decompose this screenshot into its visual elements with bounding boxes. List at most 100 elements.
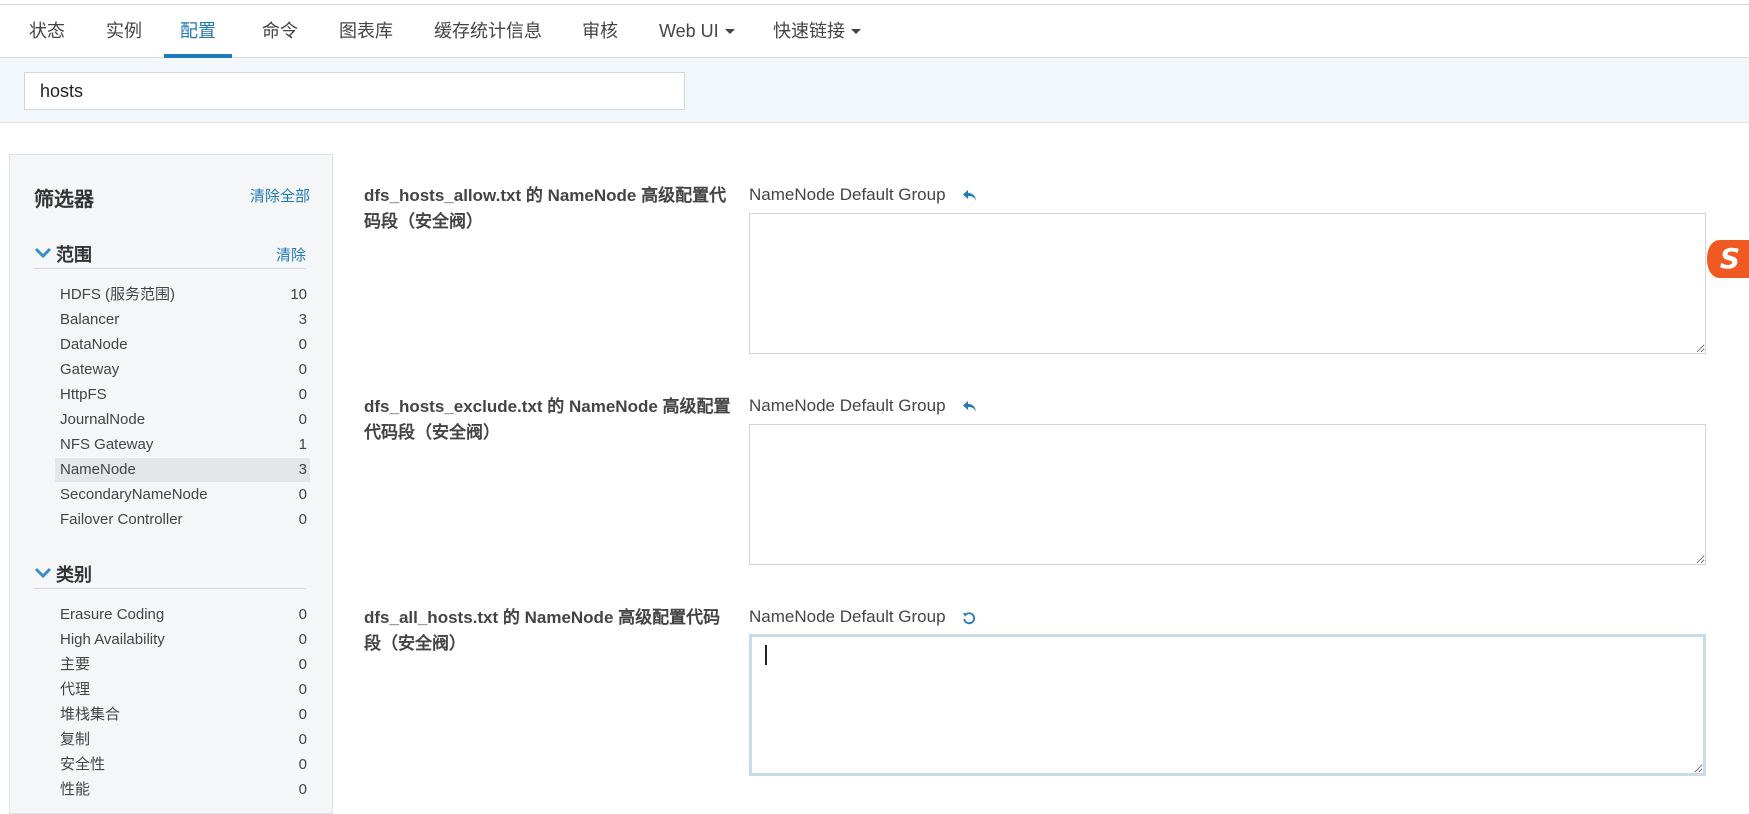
tab-instances[interactable]: 实例 xyxy=(98,5,150,57)
category-item-count: 0 xyxy=(298,756,307,773)
config-group-text: NameNode Default Group xyxy=(749,185,946,204)
scope-item-count: 0 xyxy=(298,386,307,403)
scope-item[interactable]: Balancer 3 xyxy=(55,308,310,332)
scope-item[interactable]: HttpFS 0 xyxy=(55,383,310,407)
config-group-label: NameNode Default Group xyxy=(749,396,978,416)
category-section-title: 类别 xyxy=(56,565,92,585)
scope-section-title: 范围 xyxy=(56,245,92,265)
config-value-textarea[interactable] xyxy=(749,634,1706,776)
category-item[interactable]: 主要 0 xyxy=(55,653,310,677)
scope-item-count: 0 xyxy=(298,511,307,528)
tab-quick-links[interactable]: 快速链接 xyxy=(765,5,869,57)
category-item-count: 0 xyxy=(298,781,307,798)
scope-item-label: Gateway xyxy=(60,361,120,378)
config-group-label: NameNode Default Group xyxy=(749,185,978,205)
scope-item-count: 3 xyxy=(298,461,307,478)
scope-item-label: JournalNode xyxy=(60,411,146,428)
category-item-count: 0 xyxy=(298,706,307,723)
category-item-label: Erasure Coding xyxy=(60,606,165,623)
config-group-text: NameNode Default Group xyxy=(749,607,946,626)
scope-item[interactable]: HDFS (服务范围) 10 xyxy=(55,283,310,307)
category-item[interactable]: High Availability 0 xyxy=(55,628,310,652)
tab-configuration-label: 配置 xyxy=(180,21,216,41)
reset-circular-icon[interactable] xyxy=(962,611,976,625)
category-item[interactable]: Erasure Coding 0 xyxy=(55,603,310,627)
config-property-name: dfs_hosts_allow.txt 的 NameNode 高级配置代码段（安… xyxy=(364,186,727,231)
scope-item-label: HDFS (服务范围) xyxy=(60,286,175,303)
undo-arrow-icon[interactable] xyxy=(962,400,978,414)
config-property-name: dfs_all_hosts.txt 的 NameNode 高级配置代码段（安全阀… xyxy=(364,608,721,653)
category-section-header[interactable]: 类别 xyxy=(34,558,306,589)
scope-item-count: 0 xyxy=(298,411,307,428)
tab-audit-label: 审核 xyxy=(582,21,618,41)
scope-item[interactable]: Gateway 0 xyxy=(55,358,310,382)
category-item[interactable]: 堆栈集合 0 xyxy=(55,703,310,727)
sogou-ime-icon[interactable]: S xyxy=(1706,237,1749,281)
tab-commands-label: 命令 xyxy=(262,21,298,41)
scope-item[interactable]: DataNode 0 xyxy=(55,333,310,357)
tab-quick-links-label: 快速链接 xyxy=(773,21,845,41)
chevron-down-icon xyxy=(34,567,52,579)
category-item-count: 0 xyxy=(298,631,307,648)
scope-item-count: 10 xyxy=(290,286,307,303)
search-input[interactable] xyxy=(24,72,685,110)
config-group-label: NameNode Default Group xyxy=(749,607,976,627)
clear-all-link[interactable]: 清除全部 xyxy=(250,185,310,206)
scope-item-selected[interactable]: NameNode 3 xyxy=(55,458,310,482)
category-item[interactable]: 代理 0 xyxy=(55,678,310,702)
scope-item-label: NFS Gateway xyxy=(60,436,154,453)
category-item-label: High Availability xyxy=(60,631,165,648)
chevron-down-icon xyxy=(34,247,52,259)
category-item-label: 代理 xyxy=(60,681,91,698)
scope-item-label: DataNode xyxy=(60,336,128,353)
tab-commands[interactable]: 命令 xyxy=(254,5,306,57)
config-value-textarea[interactable] xyxy=(749,213,1706,354)
category-item-label: 性能 xyxy=(60,781,91,798)
scope-item-label: Failover Controller xyxy=(60,511,183,528)
filter-sidebar: 筛选器 清除全部 范围 清除 HDFS (服务范围) 10 Balancer 3 D… xyxy=(9,154,333,814)
text-cursor xyxy=(765,645,767,665)
scope-item-label: NameNode xyxy=(60,461,136,478)
category-item-count: 0 xyxy=(298,731,307,748)
tab-configuration[interactable]: 配置 xyxy=(164,5,232,58)
tab-web-ui[interactable]: Web UI xyxy=(651,5,743,57)
config-value-textarea[interactable] xyxy=(749,424,1706,565)
scope-item-count: 0 xyxy=(298,486,307,503)
tab-cache-statistics[interactable]: 缓存统计信息 xyxy=(426,5,550,57)
category-item-count: 0 xyxy=(298,606,307,623)
chevron-down-icon xyxy=(851,28,861,34)
tab-cache-statistics-label: 缓存统计信息 xyxy=(434,21,542,41)
tab-charts-library[interactable]: 图表库 xyxy=(331,5,401,57)
chevron-down-icon xyxy=(724,28,735,34)
tab-instances-label: 实例 xyxy=(106,21,142,41)
scope-item[interactable]: NFS Gateway 1 xyxy=(55,433,310,457)
category-item-label: 堆栈集合 xyxy=(60,706,121,723)
scope-item[interactable]: Failover Controller 0 xyxy=(55,508,310,532)
tab-web-ui-label: Web UI xyxy=(659,21,719,41)
category-item[interactable]: 复制 0 xyxy=(55,728,310,752)
scope-item-label: Balancer xyxy=(60,311,120,328)
tab-status-label: 状态 xyxy=(29,21,65,41)
scope-item-label: HttpFS xyxy=(60,386,107,403)
category-item-label: 主要 xyxy=(60,656,91,673)
scope-item-label: SecondaryNameNode xyxy=(60,486,208,503)
scope-clear-link[interactable]: 清除 xyxy=(276,244,306,265)
undo-arrow-icon[interactable] xyxy=(962,189,978,203)
scope-section-header[interactable]: 范围 清除 xyxy=(34,238,306,269)
config-property-name: dfs_hosts_exclude.txt 的 NameNode 高级配置代码段… xyxy=(364,397,731,442)
scope-item[interactable]: JournalNode 0 xyxy=(55,408,310,432)
category-item[interactable]: 安全性 0 xyxy=(55,753,310,777)
filter-title: 筛选器 xyxy=(34,189,94,211)
search-band xyxy=(0,58,1749,123)
service-tabs: 状态 实例 配置 命令 图表库 缓存统计信息 审核 Web UI 快速链接 xyxy=(0,5,1749,58)
scope-item-count: 1 xyxy=(298,436,307,453)
category-item-label: 复制 xyxy=(60,731,91,748)
category-item[interactable]: 性能 0 xyxy=(55,778,310,802)
scope-item-count: 0 xyxy=(298,336,307,353)
tab-audit[interactable]: 审核 xyxy=(574,5,626,57)
tab-charts-library-label: 图表库 xyxy=(339,21,393,41)
scope-item[interactable]: SecondaryNameNode 0 xyxy=(55,483,310,507)
tab-status[interactable]: 状态 xyxy=(21,5,73,57)
category-item-count: 0 xyxy=(298,681,307,698)
category-item-count: 0 xyxy=(298,656,307,673)
